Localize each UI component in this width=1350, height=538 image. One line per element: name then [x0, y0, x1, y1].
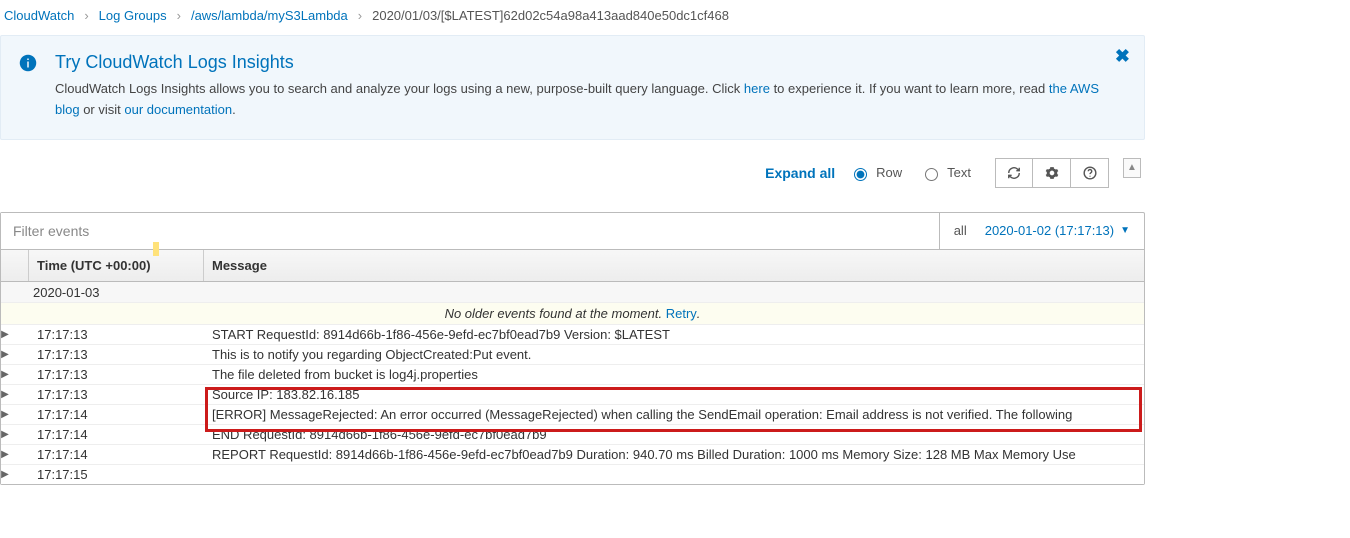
retry-link[interactable]: Retry	[666, 306, 697, 321]
log-message: END RequestId: 8914d66b-1f86-456e-9efd-e…	[204, 425, 1144, 444]
date-group-row: 2020-01-03	[1, 282, 1144, 303]
filter-scope-label: all	[939, 213, 981, 249]
log-time: 17:17:14	[29, 405, 204, 424]
date-range-picker[interactable]: 2020-01-02 (17:17:13) ▼	[981, 213, 1144, 249]
expand-row-icon[interactable]: ▶	[0, 345, 19, 364]
table-row: ▶ 17:17:13 The file deleted from bucket …	[1, 365, 1144, 385]
expand-all-link[interactable]: Expand all	[765, 165, 835, 181]
view-text-radio[interactable]	[925, 168, 938, 181]
info-banner: Try CloudWatch Logs Insights CloudWatch …	[0, 35, 1145, 140]
time-marker	[153, 242, 159, 256]
table-row: ▶ 17:17:13 This is to notify you regardi…	[1, 345, 1144, 365]
log-time: 17:17:14	[29, 445, 204, 464]
logs-panel: all 2020-01-02 (17:17:13) ▼ Time (UTC +0…	[0, 212, 1145, 485]
log-time: 17:17:13	[29, 345, 204, 364]
expand-row-icon[interactable]: ▶	[0, 385, 19, 404]
log-time: 17:17:14	[29, 425, 204, 444]
help-button[interactable]	[1071, 158, 1109, 188]
column-time: Time (UTC +00:00)	[37, 258, 151, 273]
log-message	[204, 465, 1144, 484]
log-message: Source IP: 183.82.16.185	[204, 385, 1144, 404]
log-message: [ERROR] MessageRejected: An error occurr…	[204, 405, 1144, 424]
breadcrumb-item[interactable]: Log Groups	[99, 8, 167, 23]
table-row: ▶ 17:17:13 START RequestId: 8914d66b-1f8…	[1, 325, 1144, 345]
settings-button[interactable]	[1033, 158, 1071, 188]
table-row: ▶ 17:17:14 [ERROR] MessageRejected: An e…	[1, 405, 1144, 425]
log-message: The file deleted from bucket is log4j.pr…	[204, 365, 1144, 384]
toolbar: Expand all Row Text ▲	[0, 140, 1145, 212]
chevron-right-icon: ›	[358, 8, 362, 23]
view-row-label: Row	[876, 165, 902, 180]
log-time: 17:17:13	[29, 365, 204, 384]
link-here[interactable]: here	[744, 81, 770, 96]
table-row: ▶ 17:17:14 REPORT RequestId: 8914d66b-1f…	[1, 445, 1144, 465]
caret-down-icon: ▼	[1120, 225, 1130, 236]
table-row: ▶ 17:17:15	[1, 465, 1144, 484]
log-message: REPORT RequestId: 8914d66b-1f86-456e-9ef…	[204, 445, 1144, 464]
expand-row-icon[interactable]: ▶	[0, 445, 19, 464]
info-icon	[19, 54, 37, 121]
log-message: START RequestId: 8914d66b-1f86-456e-9efd…	[204, 325, 1144, 344]
log-time: 17:17:15	[29, 465, 204, 484]
link-documentation[interactable]: our documentation	[124, 102, 232, 117]
log-message: This is to notify you regarding ObjectCr…	[204, 345, 1144, 364]
view-text-label: Text	[947, 165, 971, 180]
breadcrumb-item[interactable]: /aws/lambda/myS3Lambda	[191, 8, 348, 23]
filter-events-input[interactable]	[1, 213, 939, 249]
expand-row-icon[interactable]: ▶	[0, 405, 19, 424]
no-older-events-row: No older events found at the moment. Ret…	[1, 303, 1144, 325]
refresh-button[interactable]	[995, 158, 1033, 188]
chevron-right-icon: ›	[177, 8, 181, 23]
column-message: Message	[204, 250, 1144, 281]
info-title: Try CloudWatch Logs Insights	[55, 52, 1126, 73]
chevron-right-icon: ›	[84, 8, 88, 23]
expand-row-icon[interactable]: ▶	[0, 425, 19, 444]
log-time: 17:17:13	[29, 325, 204, 344]
breadcrumb: CloudWatch › Log Groups › /aws/lambda/my…	[0, 0, 1145, 35]
view-row-radio[interactable]	[854, 168, 867, 181]
log-time: 17:17:13	[29, 385, 204, 404]
info-description: CloudWatch Logs Insights allows you to s…	[55, 79, 1126, 121]
table-row: ▶ 17:17:14 END RequestId: 8914d66b-1f86-…	[1, 425, 1144, 445]
table-header: Time (UTC +00:00) Message	[1, 249, 1144, 282]
table-row: ▶ 17:17:13 Source IP: 183.82.16.185	[1, 385, 1144, 405]
collapse-pane-button[interactable]: ▲	[1123, 158, 1141, 178]
close-icon[interactable]: ✖	[1115, 46, 1130, 67]
breadcrumb-current: 2020/01/03/[$LATEST]62d02c54a98a413aad84…	[372, 8, 729, 23]
expand-row-icon[interactable]: ▶	[0, 325, 19, 344]
expand-row-icon[interactable]: ▶	[0, 365, 19, 384]
breadcrumb-item[interactable]: CloudWatch	[4, 8, 74, 23]
expand-row-icon[interactable]: ▶	[0, 465, 19, 484]
